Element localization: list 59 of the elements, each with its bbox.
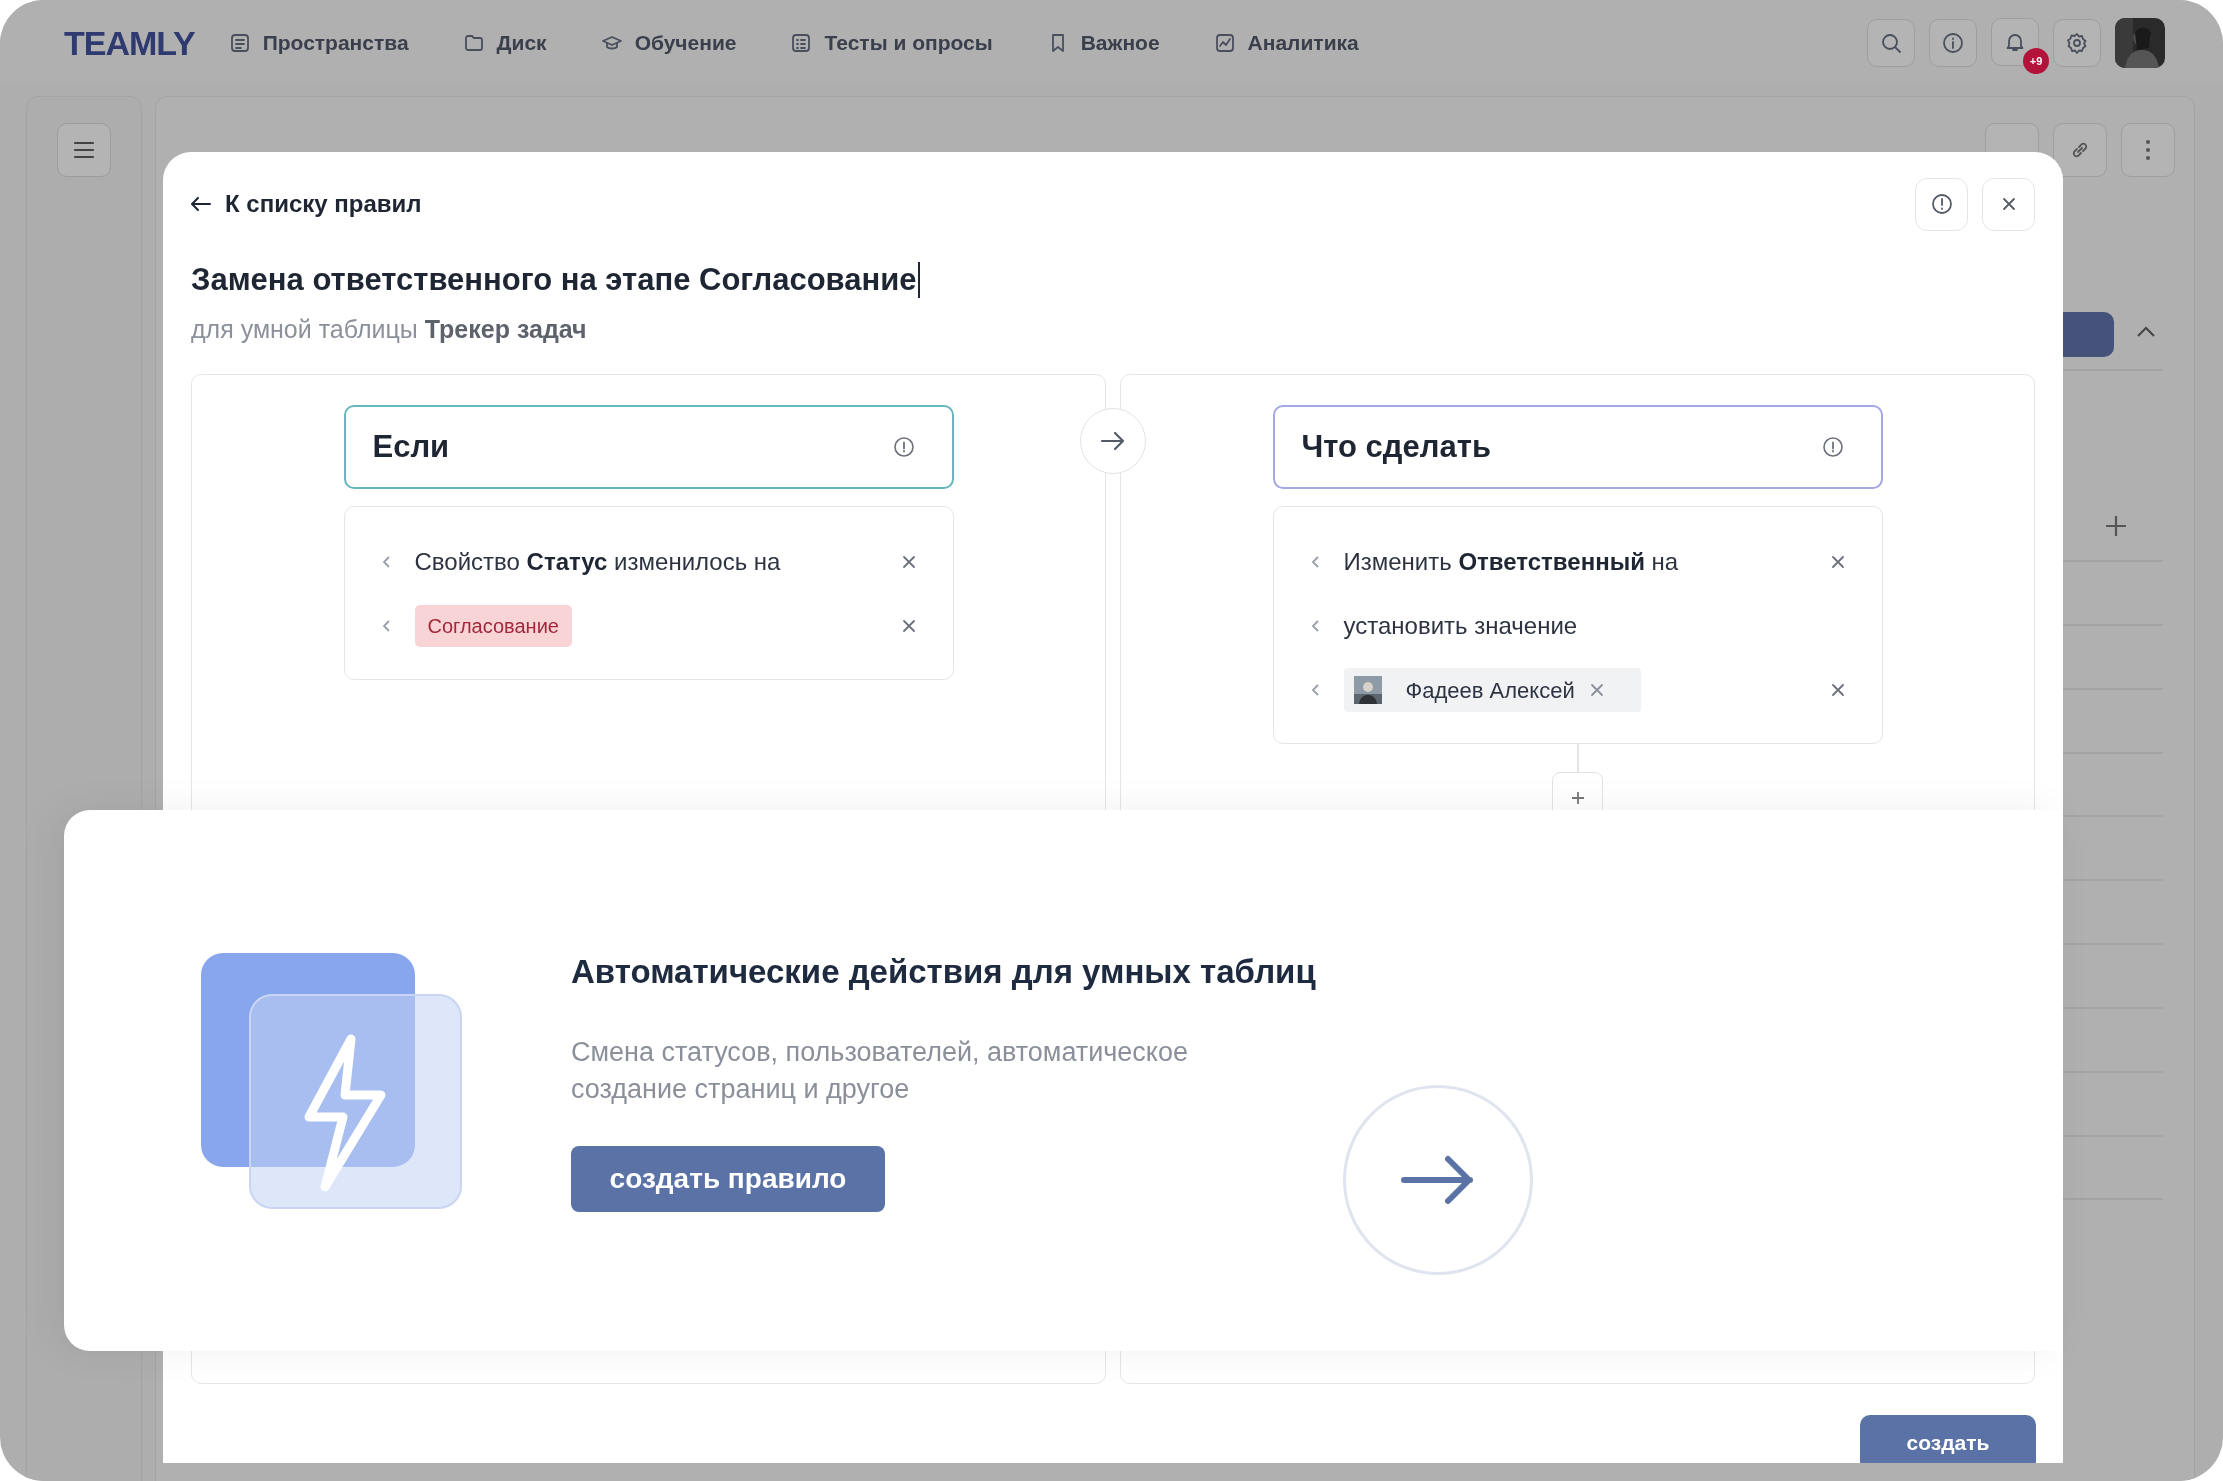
rule-title[interactable]: Замена ответственного на этапе Согласование [191, 256, 917, 304]
section-heading: Что сделать [1301, 427, 1491, 466]
arrow-right-icon [1400, 1155, 1476, 1205]
plus-icon [1569, 789, 1586, 806]
condition-text: Свойство Статус изменилось на [414, 547, 781, 577]
info-icon[interactable] [1821, 436, 1844, 458]
logo[interactable]: TEAMLY [64, 17, 195, 69]
text-cursor [917, 262, 920, 298]
page-icon [228, 32, 251, 54]
create-rule-button[interactable]: создать правило [571, 1146, 885, 1212]
chevron-left-icon[interactable] [1309, 619, 1320, 633]
arrow-right-icon [1100, 431, 1126, 451]
create-button[interactable]: создать [1860, 1415, 2036, 1463]
menu-icon [73, 141, 95, 159]
plus-icon[interactable] [2104, 514, 2128, 538]
info-icon [1941, 31, 1965, 55]
promo-description: Смена статусов, пользователей, автоматическое создание страниц и другое [571, 1036, 1189, 1106]
notification-badge: +9 [2023, 48, 2049, 74]
settings-icon [2065, 31, 2089, 55]
checklist-icon [790, 32, 813, 54]
chevron-left-icon[interactable] [1309, 555, 1320, 569]
search-icon [1879, 31, 1903, 55]
nav-item[interactable]: Важное [1046, 27, 1160, 59]
nav-item[interactable]: Пространства [228, 27, 409, 59]
nav-item[interactable]: Тесты и опросы [790, 27, 993, 59]
promo-title: Автоматические действия для умных таблиц [571, 952, 1316, 992]
nav-item[interactable]: Аналитика [1213, 27, 1359, 59]
section-heading: Если [372, 427, 450, 466]
search-button[interactable] [1867, 19, 1915, 67]
chevron-up-icon[interactable] [2136, 326, 2156, 338]
lightning-app-icon [201, 953, 463, 1210]
remove-icon[interactable] [1588, 682, 1605, 698]
info-button[interactable] [1929, 19, 1977, 67]
menu-button[interactable] [57, 123, 111, 177]
chevron-left-icon[interactable] [380, 619, 391, 633]
nav-item[interactable]: Диск [462, 27, 547, 59]
remove-icon[interactable] [1829, 554, 1846, 570]
remove-icon[interactable] [900, 554, 917, 570]
close-button[interactable] [1982, 177, 2035, 231]
remove-icon[interactable] [900, 618, 917, 634]
condition-text: установить значение [1343, 611, 1578, 641]
condition-text: Изменить Ответственный на [1343, 547, 1679, 577]
chevron-left-icon[interactable] [380, 555, 391, 569]
person-chip[interactable]: Фадеев Алексей [1343, 668, 1641, 712]
subtitle: для умной таблицы Трекер задач [191, 314, 588, 345]
more-icon [2145, 139, 2151, 161]
person-name: Фадеев Алексей [1405, 676, 1575, 705]
info-icon[interactable] [892, 436, 915, 458]
folder-icon [462, 32, 485, 54]
info-icon [1929, 192, 1954, 216]
remove-icon[interactable] [1829, 682, 1846, 698]
nav-item[interactable]: Обучение [600, 27, 737, 59]
chevron-left-icon[interactable] [1309, 683, 1320, 697]
back-link[interactable]: К списку правил [191, 186, 422, 222]
back-arrow-icon [191, 197, 211, 211]
status-tag[interactable]: Согласование [414, 605, 572, 647]
link-button[interactable] [2053, 123, 2107, 177]
settings-button[interactable] [2053, 19, 2101, 67]
chart-icon [1213, 32, 1236, 54]
